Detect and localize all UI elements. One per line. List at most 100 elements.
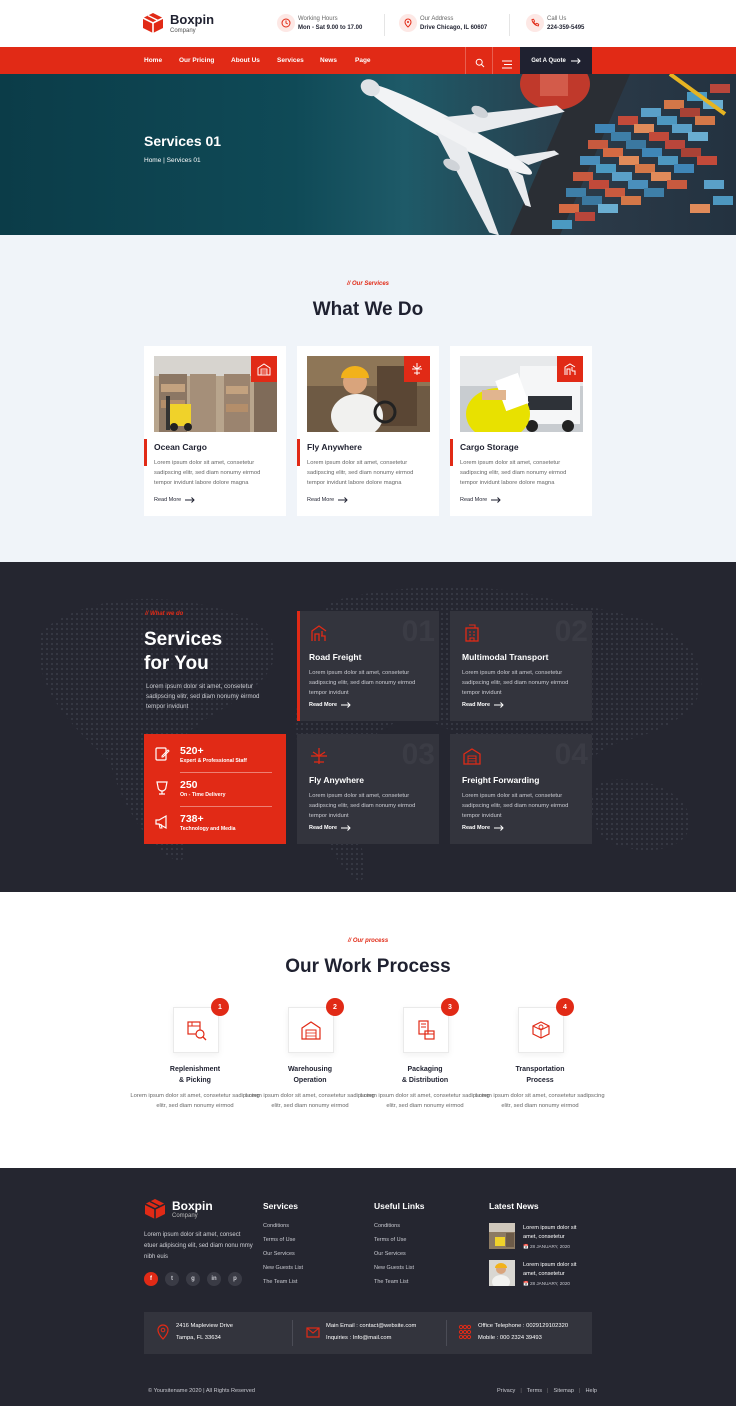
- legal-link-privacy[interactable]: Privacy: [497, 1388, 515, 1394]
- brand-name: Boxpin: [172, 1199, 213, 1213]
- read-more-link[interactable]: Read More: [307, 497, 348, 503]
- process-step: 2 Warehousing Operation Lorem ipsum dolor…: [245, 998, 375, 1137]
- contact-line: Tampa, FL 33634: [176, 1335, 221, 1341]
- linkedin-icon[interactable]: in: [207, 1272, 221, 1286]
- pinterest-icon[interactable]: p: [228, 1272, 242, 1286]
- service-card-ocean-cargo[interactable]: Ocean Cargo Lorem ipsum dolor sit amet, …: [144, 346, 286, 516]
- footer-link[interactable]: New Guests List: [263, 1265, 303, 1271]
- arrow-right-icon: [185, 497, 195, 503]
- footer-link[interactable]: Terms of Use: [374, 1237, 406, 1243]
- contact-line[interactable]: Mobile : 000 2324 39493: [478, 1335, 542, 1341]
- footer-link[interactable]: Our Services: [263, 1251, 295, 1257]
- warehouse-icon: [288, 1007, 334, 1053]
- service-box-road-freight[interactable]: 01 Road Freight Lorem ipsum dolor sit am…: [297, 611, 439, 721]
- arrow-right-icon: [494, 702, 504, 708]
- contact-phone: Office Telephone : 0029129102320 Mobile …: [446, 1312, 592, 1354]
- contact-email: Main Email : contact@website.com Inquiri…: [294, 1312, 444, 1354]
- step-title-line: Packaging: [407, 1066, 443, 1073]
- section-title: What We Do: [312, 299, 424, 320]
- read-more-link[interactable]: Read More: [462, 702, 504, 708]
- working-hours-label: Working Hours: [298, 16, 338, 22]
- nav-about-us[interactable]: About Us: [231, 57, 260, 64]
- legal-link-help[interactable]: Help: [585, 1388, 597, 1394]
- address-label: Our Address: [420, 16, 454, 22]
- news-thumbnail: [489, 1223, 515, 1249]
- service-card-cargo-storage[interactable]: Cargo Storage Lorem ipsum dolor sit amet…: [450, 346, 592, 516]
- news-item[interactable]: Lorem ipsum dolor sit amet, consetetur 📅…: [489, 1223, 589, 1253]
- edit-document-icon: [155, 747, 170, 761]
- read-more-link[interactable]: Read More: [309, 702, 351, 708]
- contact-bar: 2416 Mapleview Drive Tampa, FL 33634 Mai…: [144, 1312, 592, 1354]
- card-description: Lorem ipsum dolor sit amet, consetetur s…: [460, 460, 567, 486]
- legal-link-sitemap[interactable]: Sitemap: [553, 1388, 574, 1394]
- read-more-link[interactable]: Read More: [154, 497, 195, 503]
- box-title: Freight Forwarding: [462, 775, 540, 785]
- stat-number: 250: [180, 779, 198, 791]
- footer-link[interactable]: New Guests List: [374, 1265, 414, 1271]
- news-title: Lorem ipsum dolor sit amet, consetetur: [523, 1262, 577, 1277]
- search-icon[interactable]: [475, 55, 485, 73]
- brand-logo[interactable]: Boxpin Company: [142, 11, 242, 37]
- news-item[interactable]: Lorem ipsum dolor sit amet, consetetur 📅…: [489, 1260, 589, 1290]
- step-title-line: & Picking: [179, 1077, 211, 1084]
- contact-line[interactable]: Main Email : contact@website.com: [326, 1323, 416, 1329]
- news-date: 📅 28 JANUARY, 2020: [523, 1244, 570, 1249]
- footer-link[interactable]: Conditions: [374, 1223, 400, 1229]
- stat-label: Technology and Media: [180, 826, 236, 832]
- social-links: f t g in p: [144, 1272, 242, 1286]
- google-icon[interactable]: g: [186, 1272, 200, 1286]
- airplane-icon: [404, 356, 430, 382]
- facebook-icon[interactable]: f: [144, 1272, 158, 1286]
- arrow-right-icon: [494, 825, 504, 831]
- box-number: 02: [554, 615, 588, 648]
- nav-services[interactable]: Services: [277, 57, 304, 64]
- read-more-link[interactable]: Read More: [309, 825, 351, 831]
- section-kicker: // Our process: [347, 938, 389, 944]
- legal-link-terms[interactable]: Terms: [527, 1388, 542, 1394]
- main-nav: Home Our Pricing About Us Services News …: [0, 47, 736, 74]
- step-title-line: Replenishment: [169, 1066, 221, 1073]
- nav-our-pricing[interactable]: Our Pricing: [179, 57, 214, 64]
- read-more-label: Read More: [462, 825, 491, 831]
- shipping-box-icon: [518, 1007, 564, 1053]
- nav-news[interactable]: News: [320, 57, 337, 64]
- stat-item: 250 On - Time Delivery: [154, 776, 272, 808]
- call-value[interactable]: 224-359-5495: [547, 25, 584, 31]
- nav-home[interactable]: Home: [144, 57, 162, 64]
- menu-icon[interactable]: [502, 56, 512, 74]
- box-search-icon: [173, 1007, 219, 1053]
- brand-tagline: Company: [172, 1213, 198, 1219]
- stat-number: 520+: [180, 745, 204, 757]
- service-box-multimodal-transport[interactable]: 02 Multimodal Transport Lorem ipsum dolo…: [450, 611, 592, 721]
- read-more-label: Read More: [154, 497, 182, 503]
- footer-link[interactable]: Conditions: [263, 1223, 289, 1229]
- step-description: Lorem ipsum dolor sit amet, consetetur s…: [130, 1093, 260, 1109]
- read-more-link[interactable]: Read More: [460, 497, 501, 503]
- read-more-label: Read More: [309, 825, 338, 831]
- footer-about-text: Lorem ipsum dolor sit amet, consect etue…: [144, 1232, 253, 1260]
- stat-number: 738+: [180, 813, 204, 825]
- contact-line[interactable]: Inquiries : Info@mail.com: [326, 1335, 392, 1341]
- step-description: Lorem ipsum dolor sit amet, consetetur s…: [475, 1093, 605, 1109]
- service-box-freight-forwarding[interactable]: 04 Freight Forwarding Lorem ipsum dolor …: [450, 734, 592, 844]
- footer-link[interactable]: Terms of Use: [263, 1237, 295, 1243]
- footer-link[interactable]: The Team List: [374, 1279, 408, 1285]
- airplane-icon: [311, 748, 327, 764]
- nav-page[interactable]: Page: [355, 57, 371, 64]
- breadcrumb[interactable]: Home | Services 01: [144, 157, 201, 164]
- get-a-quote-button[interactable]: Get A Quote: [520, 47, 592, 74]
- twitter-icon[interactable]: t: [165, 1272, 179, 1286]
- footer-link[interactable]: The Team List: [263, 1279, 297, 1285]
- card-description: Lorem ipsum dolor sit amet, consetetur s…: [154, 460, 261, 486]
- read-more-link[interactable]: Read More: [462, 825, 504, 831]
- service-card-fly-anywhere[interactable]: Fly Anywhere Lorem ipsum dolor sit amet,…: [297, 346, 439, 516]
- contact-line[interactable]: Office Telephone : 0029129102320: [478, 1323, 568, 1329]
- read-more-label: Read More: [307, 497, 335, 503]
- footer-link[interactable]: Our Services: [374, 1251, 406, 1257]
- warehouse-icon: [463, 748, 481, 765]
- footer-logo[interactable]: Boxpin Company: [144, 1198, 244, 1224]
- map-pin-icon: [157, 1324, 169, 1340]
- box-description: Lorem ipsum dolor sit amet, consetetur s…: [309, 793, 416, 819]
- service-box-fly-anywhere[interactable]: 03 Fly Anywhere Lorem ipsum dolor sit am…: [297, 734, 439, 844]
- step-description: Lorem ipsum dolor sit amet, consetetur s…: [245, 1093, 375, 1109]
